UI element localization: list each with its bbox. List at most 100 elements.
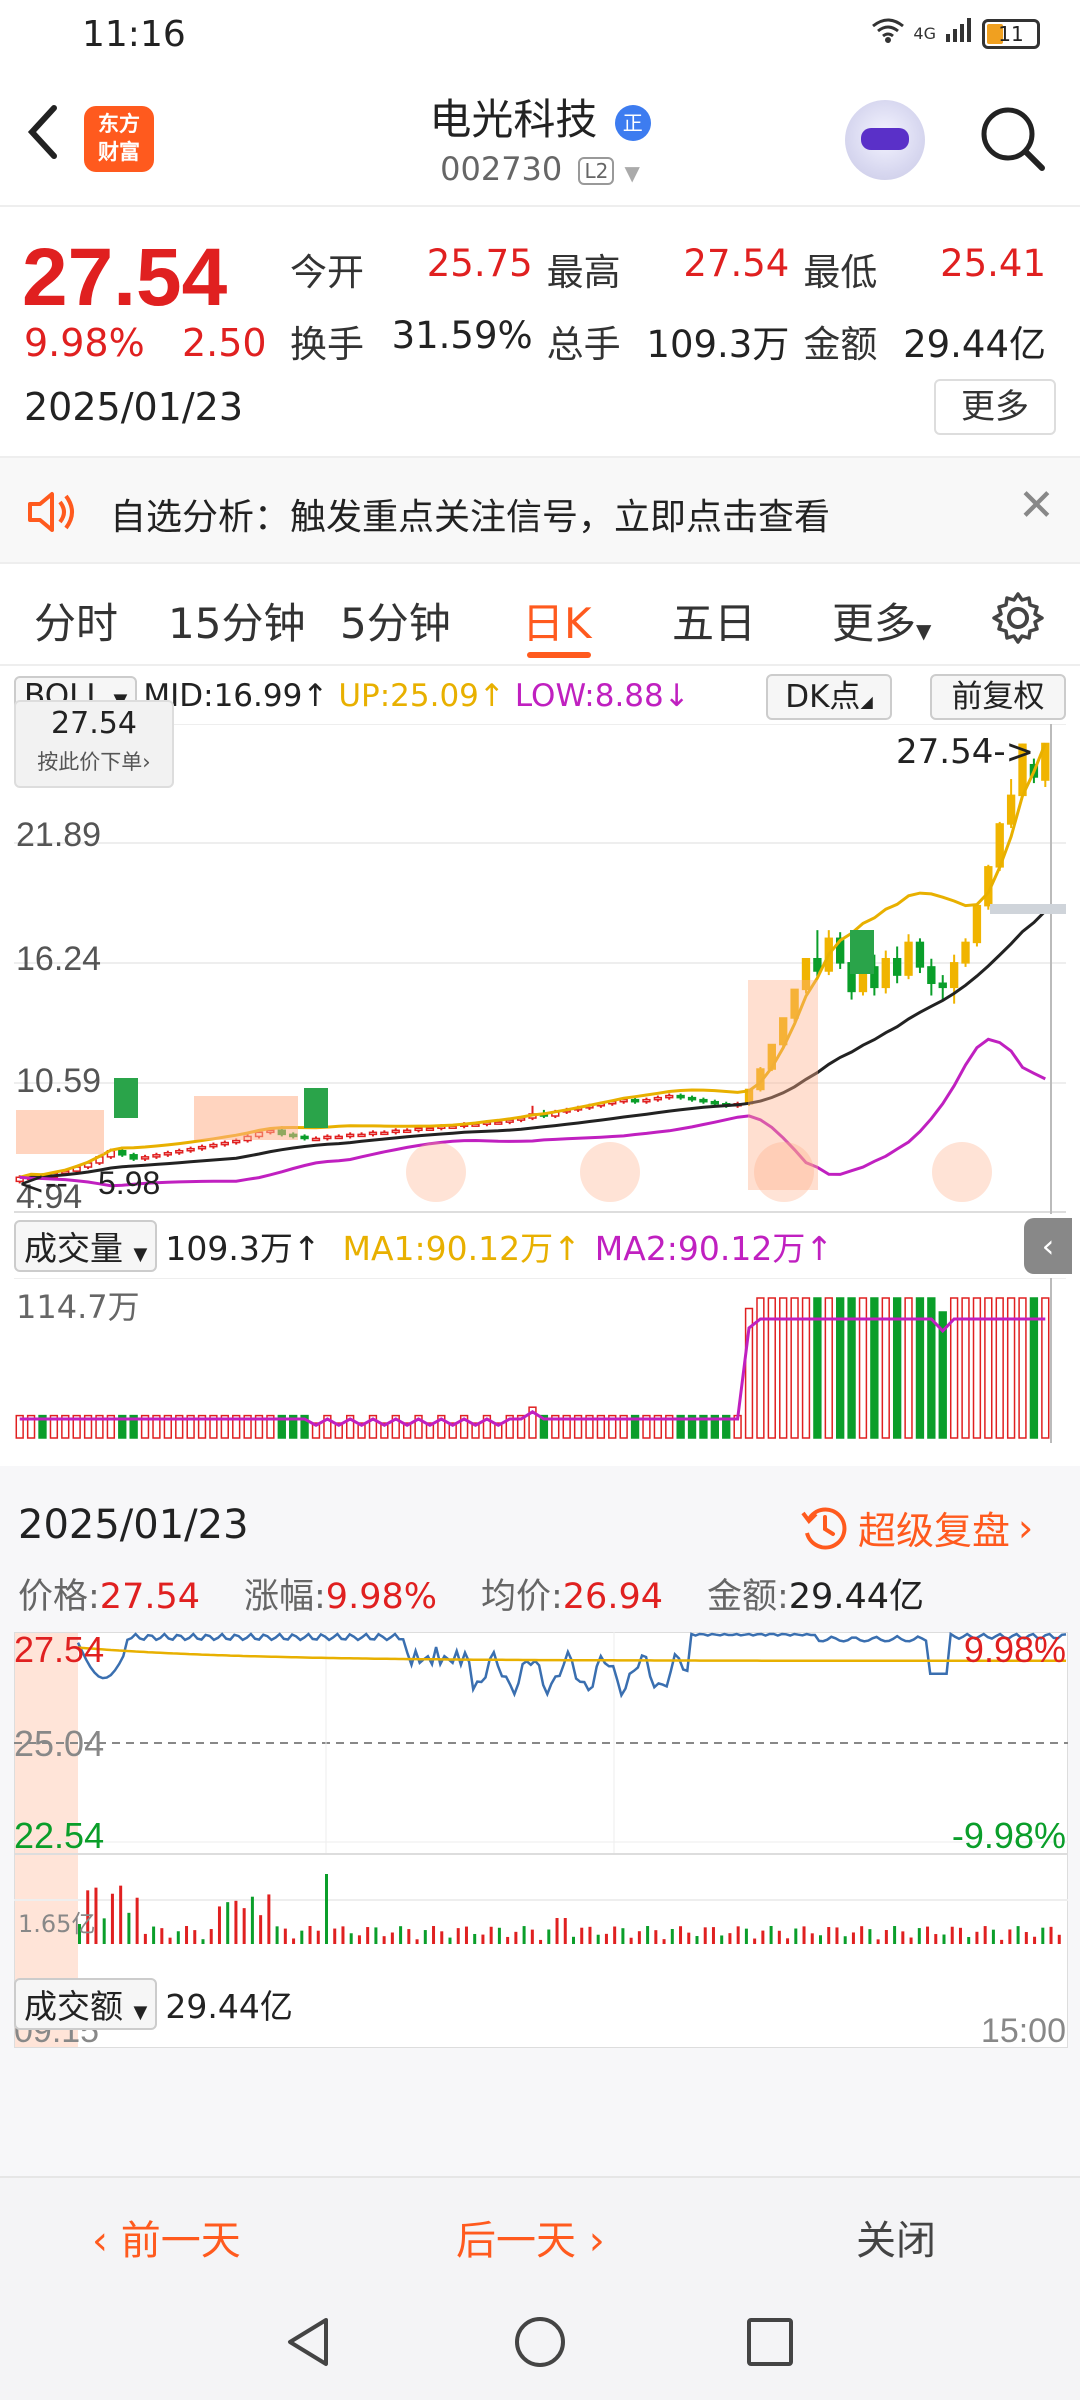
- quote-field-open: 今开 25.75: [290, 242, 533, 294]
- volume-select[interactable]: 成交量 ▼: [14, 1220, 158, 1272]
- quote-field-low: 最低 25.41: [803, 242, 1047, 294]
- nav-home-icon[interactable]: [512, 2314, 568, 2370]
- dropdown-icon: ▼: [916, 619, 932, 643]
- dropdown-icon: ▼: [133, 2002, 148, 2023]
- candle: [140, 1156, 150, 1160]
- amount-bar: [819, 1935, 822, 1944]
- close-icon[interactable]: ✕: [1018, 480, 1055, 531]
- volume-ma2: MA2:90.12万↑: [594, 1229, 834, 1268]
- candle: [904, 941, 913, 976]
- amount-bar: [851, 1932, 855, 1944]
- amount-bar: [909, 1937, 913, 1944]
- next-day-button[interactable]: 后一天 ›: [456, 2208, 605, 2266]
- amount-bar: [991, 1929, 995, 1944]
- candle: [220, 1141, 229, 1146]
- candle: [300, 1135, 309, 1140]
- amount-bar: [687, 1932, 691, 1944]
- close-button[interactable]: 关闭: [856, 2208, 936, 2266]
- verified-badge: 正: [614, 104, 651, 141]
- period-tabs: 分时 15分钟 5分钟 日K 五日 更多▼: [0, 566, 1080, 666]
- candle: [402, 1129, 412, 1134]
- amount-select[interactable]: 成交额 ▼: [14, 1978, 158, 2030]
- candle: [414, 1127, 423, 1132]
- dropdown-icon: ▼: [624, 161, 640, 185]
- amount-bar: [234, 1900, 238, 1944]
- y-label: 16.24: [16, 940, 101, 978]
- nav-back-icon[interactable]: [282, 2314, 334, 2370]
- amount-bar: [835, 1927, 839, 1944]
- stock-name: 电光科技: [429, 95, 598, 144]
- amount-bar: [572, 1936, 575, 1944]
- tab-five-day[interactable]: 五日: [672, 590, 756, 651]
- intraday-low-label: 22.54: [14, 1815, 104, 1856]
- amount-bar: [860, 1926, 864, 1944]
- amount-bar: [514, 1931, 518, 1944]
- amount-bar: [135, 1897, 139, 1944]
- candle: [676, 1094, 685, 1099]
- amount-bar: [893, 1926, 897, 1944]
- k-line-chart[interactable]: 21.89 16.24 10.59 4.94 <-- 5.98: [14, 724, 1066, 1214]
- candle: [129, 1154, 138, 1160]
- amount-bar: 成交额 ▼ 29.44亿: [14, 1978, 293, 2030]
- adjust-button[interactable]: 前复权: [930, 674, 1066, 720]
- amount-bar: [217, 1906, 221, 1944]
- signal-banner[interactable]: 自选分析：触发重点关注信号，立即点击查看 ✕: [0, 456, 1080, 564]
- amount-bar: [308, 1926, 312, 1944]
- amount-bar: [950, 1926, 954, 1944]
- amount-bar: [827, 1927, 831, 1944]
- amount-bar: [736, 1926, 740, 1944]
- low-price-label: 5.98: [98, 1165, 160, 1201]
- intraday-detail-panel: 2025/01/23 超级复盘 › 价格:27.54 涨幅:9.98% 均价:2…: [0, 1466, 1080, 2176]
- super-replay-button[interactable]: 超级复盘 ›: [800, 1500, 1033, 1555]
- amount-bar: [1033, 1936, 1037, 1944]
- order-price-tip[interactable]: 27.54 按此价下单›: [14, 700, 174, 788]
- candle: [949, 962, 959, 989]
- tab-timeshare[interactable]: 分时: [34, 590, 118, 651]
- search-icon[interactable]: [978, 104, 1048, 174]
- amount-bar: [497, 1927, 501, 1944]
- intraday-pct-high: 9.98%: [964, 1632, 1066, 1670]
- gear-icon[interactable]: [990, 590, 1046, 646]
- amount-bar: [110, 1893, 114, 1944]
- status-bar: 11:16 4G 11: [0, 0, 1080, 72]
- candle: [915, 941, 925, 968]
- collapse-panel-button[interactable]: ‹: [1024, 1218, 1072, 1274]
- candle: [892, 957, 902, 976]
- amount-bar: [506, 1936, 510, 1944]
- dk-point-button[interactable]: DK点◢: [766, 674, 892, 720]
- amount-bar: [539, 1939, 543, 1944]
- quote-field-volume: 总手 109.3万: [546, 323, 790, 366]
- chevron-left-icon: ‹: [92, 2218, 121, 2264]
- tab-more[interactable]: 更多▼: [832, 590, 931, 651]
- amount-bar: [588, 1926, 592, 1944]
- nav-recents-icon[interactable]: [744, 2314, 796, 2370]
- boll-mid-line: [19, 910, 1047, 1179]
- tab-5min[interactable]: 5分钟: [340, 590, 451, 651]
- amount-bar: [580, 1927, 584, 1944]
- amount-bar: [1008, 1929, 1012, 1944]
- intraday-mid-label: 25.04: [14, 1723, 104, 1764]
- candle: [197, 1145, 207, 1150]
- quote-field-amount: 金额 29.44亿: [803, 323, 1047, 366]
- amount-bar: [794, 1928, 798, 1944]
- volume-value: 109.3万↑: [165, 1229, 321, 1268]
- amount-bar: [226, 1902, 230, 1944]
- amount-bar: [407, 1929, 411, 1944]
- system-nav-bar: [0, 2284, 1080, 2400]
- amount-bar: [530, 1929, 534, 1944]
- tab-daily-k[interactable]: 日K: [522, 590, 592, 651]
- candle: [346, 1133, 355, 1138]
- amount-bar: [983, 1926, 987, 1944]
- detail-stats: 价格:27.54 涨幅:9.98% 均价:26.94 金额:29.44亿: [18, 1568, 1068, 1619]
- tab-15min[interactable]: 15分钟: [168, 590, 305, 651]
- speaker-icon: [24, 486, 82, 538]
- amount-bar: [399, 1926, 403, 1944]
- prev-day-button[interactable]: ‹ 前一天: [92, 2208, 241, 2266]
- candle: [630, 1098, 640, 1103]
- amount-bar: [637, 1931, 641, 1944]
- y-label: 21.89: [16, 816, 101, 854]
- candle: [653, 1096, 663, 1101]
- candle: [380, 1131, 389, 1136]
- robot-assistant-avatar[interactable]: [845, 100, 925, 180]
- more-button[interactable]: 更多: [934, 379, 1056, 435]
